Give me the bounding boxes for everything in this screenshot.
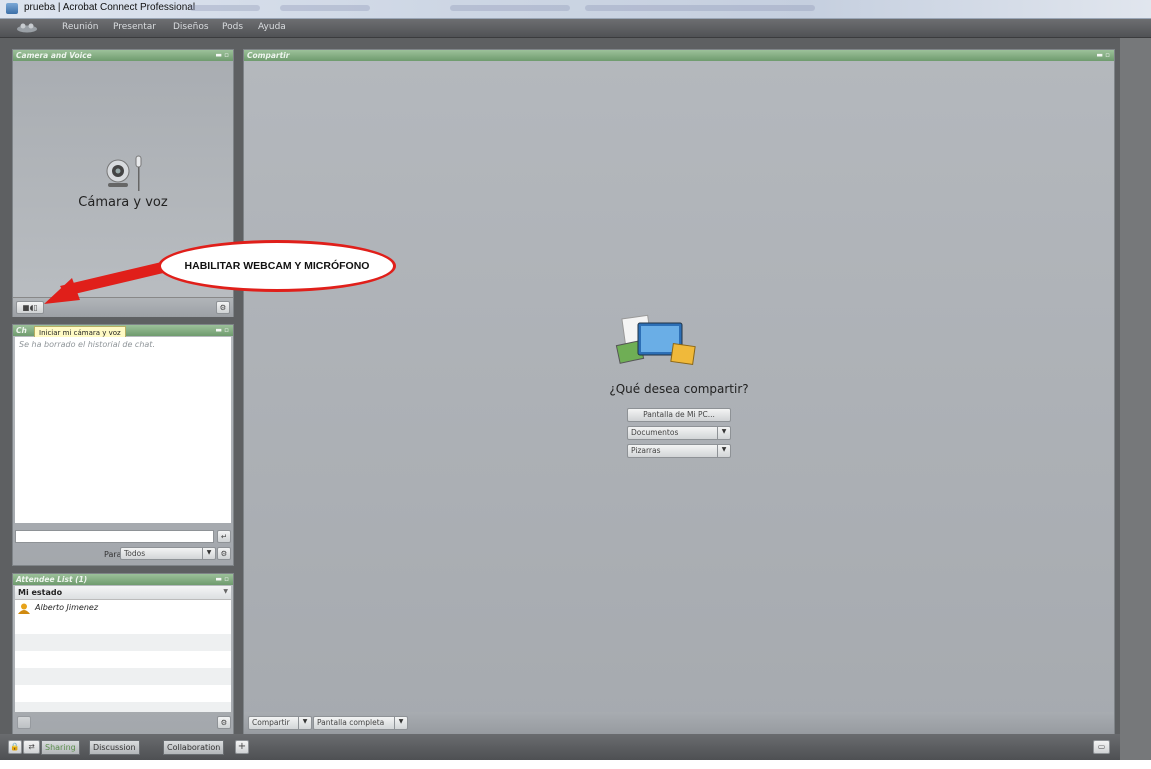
annotation-arrow [44, 260, 176, 304]
annotation-callout: HABILITAR WEBCAM Y MICRÓFONO [158, 240, 396, 292]
